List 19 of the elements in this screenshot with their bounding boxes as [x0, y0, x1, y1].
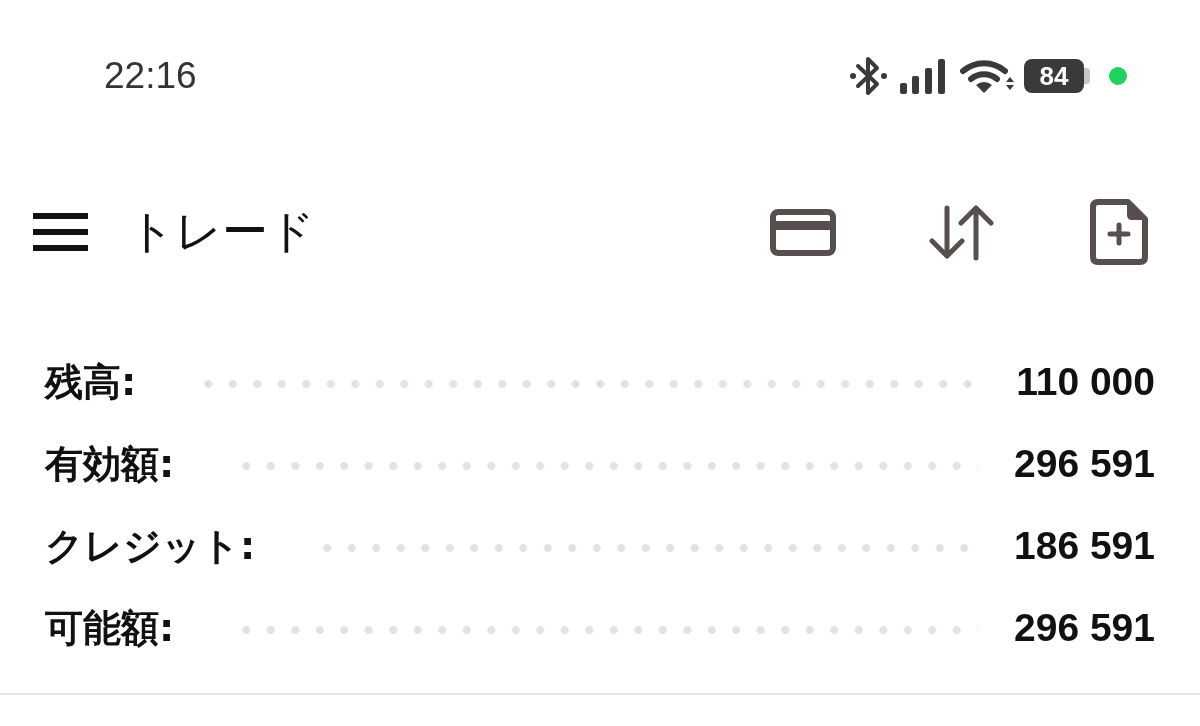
bluetooth-icon [850, 55, 887, 97]
summary-label: 残高: [45, 358, 137, 406]
summary-value: 296 591 [1014, 606, 1155, 650]
add-document-icon[interactable] [1090, 199, 1148, 265]
status-time: 22:16 [104, 55, 197, 97]
signal-icon [900, 58, 945, 94]
credit-card-icon[interactable] [770, 208, 836, 256]
summary-label: クレジット: [45, 522, 256, 570]
swap-arrows-icon[interactable] [928, 203, 995, 261]
summary-label: 可能額: [45, 604, 175, 652]
status-dot-icon [1109, 67, 1127, 85]
screen-title: トレード [128, 203, 315, 260]
menu-icon[interactable] [33, 213, 88, 251]
summary-value: 296 591 [1014, 442, 1155, 486]
summary-label: 有効額: [45, 440, 175, 488]
battery-indicator: 84 [1024, 59, 1090, 93]
summary-value: 110 000 [1016, 360, 1155, 404]
wifi-icon [960, 59, 1017, 93]
summary-value: 186 591 [1014, 524, 1155, 568]
